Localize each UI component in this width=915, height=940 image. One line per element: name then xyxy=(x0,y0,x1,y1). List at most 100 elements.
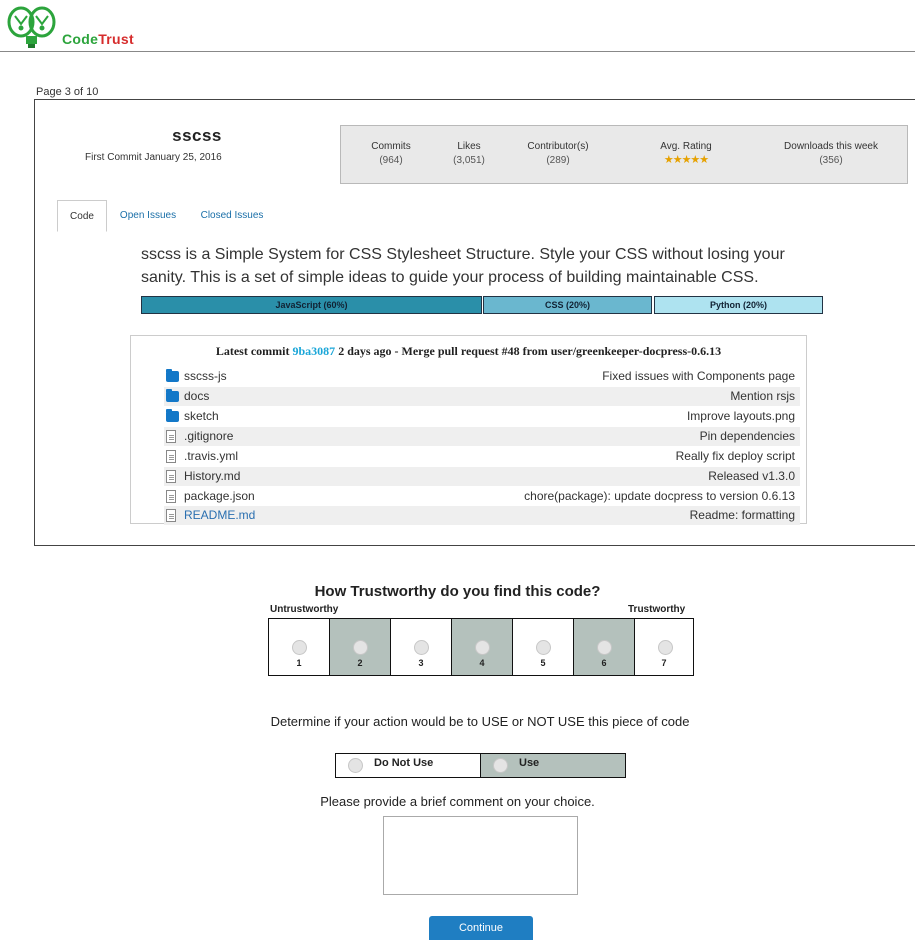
radio-button[interactable] xyxy=(475,640,490,655)
folder-icon xyxy=(166,369,179,382)
repo-description: sscss is a Simple System for CSS Stylesh… xyxy=(141,246,785,286)
radio-button[interactable] xyxy=(348,758,363,773)
stat-label: Likes xyxy=(457,141,481,152)
commit-prefix: Latest commit xyxy=(215,344,290,358)
latest-commit-line: Latest commit 9ba3087 2 days ago - Merge… xyxy=(131,344,806,359)
radio-button[interactable] xyxy=(353,640,368,655)
file-name[interactable]: package.json xyxy=(184,487,255,506)
use-question: Determine if your action would be to USE… xyxy=(270,714,690,729)
language-bar: JavaScript (60%) CSS (20%) Python (20%) xyxy=(141,296,824,314)
file-commit-message: Readme: formatting xyxy=(689,508,795,522)
repo-stats-box: Commits (964) Likes (3,051) Contributor(… xyxy=(340,125,908,184)
file-name[interactable]: docs xyxy=(184,387,209,406)
file-commit-message: Really fix deploy script xyxy=(675,449,795,463)
use-choice-group: Do Not Use Use xyxy=(335,753,626,778)
folder-icon xyxy=(166,409,179,422)
stat-downloads: Downloads this week (356) xyxy=(766,141,896,166)
first-commit-date: First Commit January 25, 2016 xyxy=(85,152,222,163)
comment-textarea[interactable] xyxy=(383,816,578,895)
rating-number: 5 xyxy=(540,658,546,668)
file-row[interactable]: .gitignore Pin dependencies xyxy=(164,427,800,446)
file-name[interactable]: sketch xyxy=(184,407,219,426)
stat-likes: Likes (3,051) xyxy=(441,141,497,166)
stat-label: Contributor(s) xyxy=(527,141,589,152)
stat-value: (289) xyxy=(546,155,570,166)
file-commit-message: Released v1.3.0 xyxy=(708,469,795,483)
file-icon xyxy=(166,430,176,443)
radio-button[interactable] xyxy=(597,640,612,655)
file-commit-message: Pin dependencies xyxy=(699,429,795,443)
option-label: Do Not Use xyxy=(374,757,434,769)
rating-number: 4 xyxy=(479,658,485,668)
stat-contributors: Contributor(s) (289) xyxy=(513,141,603,166)
stat-value: (3,051) xyxy=(453,155,485,166)
stat-commits: Commits (964) xyxy=(361,141,421,166)
commit-hash-link[interactable]: 9ba3087 xyxy=(293,344,336,358)
rating-number: 1 xyxy=(296,658,302,668)
stat-value: (356) xyxy=(819,155,843,166)
radio-button[interactable] xyxy=(536,640,551,655)
file-name[interactable]: .travis.yml xyxy=(184,447,238,466)
file-icon xyxy=(166,470,176,483)
file-icon xyxy=(166,450,176,463)
brand-trust-text: Trust xyxy=(98,31,134,47)
brand-name: CodeTrust xyxy=(62,31,134,47)
file-name[interactable]: README.md xyxy=(184,506,255,525)
file-row[interactable]: README.md Readme: formatting xyxy=(164,506,800,525)
file-row[interactable]: docs Mention rsjs xyxy=(164,387,800,406)
radio-button[interactable] xyxy=(414,640,429,655)
rating-option-3[interactable]: 3 xyxy=(391,619,452,675)
file-name[interactable]: .gitignore xyxy=(184,427,233,446)
file-row[interactable]: History.md Released v1.3.0 xyxy=(164,467,800,486)
file-name[interactable]: sscss-js xyxy=(184,367,227,386)
tab-code[interactable]: Code xyxy=(57,200,107,232)
stat-avg-rating: Avg. Rating ★★★★★ xyxy=(646,141,726,166)
file-icon xyxy=(166,509,176,522)
file-commit-message: Fixed issues with Components page xyxy=(602,369,795,383)
rating-number: 6 xyxy=(601,658,607,668)
radio-button[interactable] xyxy=(292,640,307,655)
app-header: CodeTrust xyxy=(0,0,915,52)
rating-option-4[interactable]: 4 xyxy=(452,619,513,675)
rating-number: 3 xyxy=(418,658,424,668)
scale-left-label: Untrustworthy xyxy=(270,604,339,615)
commit-message: 2 days ago - Merge pull request #48 from… xyxy=(338,344,722,358)
folder-icon xyxy=(166,389,179,402)
file-row[interactable]: package.json chore(package): update docp… xyxy=(164,487,800,506)
file-commit-message: Improve layouts.png xyxy=(686,409,795,423)
file-row[interactable]: sscss-js Fixed issues with Components pa… xyxy=(164,367,800,386)
rating-option-5[interactable]: 5 xyxy=(513,619,574,675)
repo-name: sscss xyxy=(172,126,222,145)
comment-prompt: Please provide a brief comment on your c… xyxy=(320,794,595,809)
page-indicator: Page 3 of 10 xyxy=(36,86,99,98)
stat-value: (964) xyxy=(379,155,403,166)
rating-option-2[interactable]: 2 xyxy=(330,619,391,675)
brand-code-text: Code xyxy=(62,31,99,47)
file-commit-message: Mention rsjs xyxy=(730,389,795,403)
star-rating-icon: ★★★★★ xyxy=(663,154,709,166)
language-css: CSS (20%) xyxy=(483,296,652,314)
radio-button[interactable] xyxy=(658,640,673,655)
stat-label: Commits xyxy=(371,141,411,152)
file-row[interactable]: sketch Improve layouts.png xyxy=(164,407,800,426)
option-do-not-use[interactable]: Do Not Use xyxy=(336,754,481,777)
radio-button[interactable] xyxy=(493,758,508,773)
rating-option-1[interactable]: 1 xyxy=(269,619,330,675)
file-icon xyxy=(166,490,176,503)
tab-open-issues[interactable]: Open Issues xyxy=(113,200,183,232)
file-name[interactable]: History.md xyxy=(184,467,240,486)
tab-closed-issues[interactable]: Closed Issues xyxy=(189,200,275,232)
rating-number: 7 xyxy=(661,658,667,668)
code-trust-logo xyxy=(7,6,56,48)
trust-rating-scale: 1 2 3 4 5 6 7 xyxy=(268,618,694,676)
option-label: Use xyxy=(519,757,540,769)
rating-option-6[interactable]: 6 xyxy=(574,619,635,675)
language-javascript: JavaScript (60%) xyxy=(141,296,482,314)
continue-button[interactable]: Continue xyxy=(429,916,533,940)
file-row[interactable]: .travis.yml Really fix deploy script xyxy=(164,447,800,466)
language-python: Python (20%) xyxy=(654,296,823,314)
stat-label: Avg. Rating xyxy=(660,141,712,152)
rating-option-7[interactable]: 7 xyxy=(635,619,693,675)
repo-panel: sscss First Commit January 25, 2016 Comm… xyxy=(34,99,915,546)
option-use[interactable]: Use xyxy=(481,754,625,777)
